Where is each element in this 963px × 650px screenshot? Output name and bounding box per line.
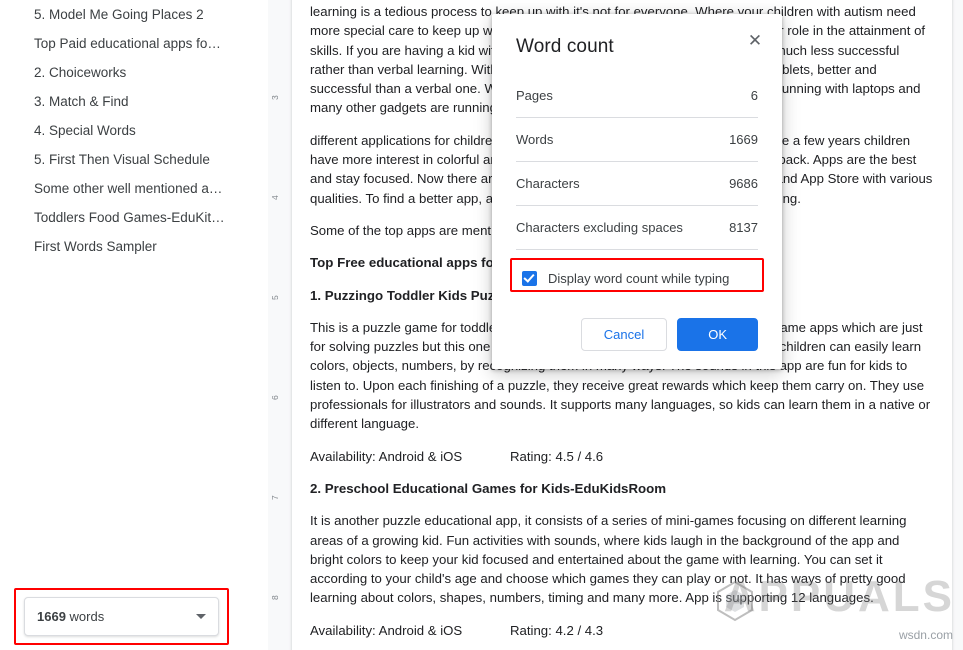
ok-button[interactable]: OK	[677, 318, 758, 351]
ruler-mark: 5	[270, 295, 280, 300]
stat-value: 6	[750, 88, 758, 103]
outline-item[interactable]: Some other well mentioned a…	[0, 174, 268, 203]
stat-value: 9686	[729, 176, 758, 191]
checkbox-label: Display word count while typing	[548, 271, 730, 286]
stat-label: Characters	[516, 176, 580, 191]
word-count-chip[interactable]: 1669 words	[24, 597, 219, 636]
document-heading: 2. Preschool Educational Games for Kids-…	[310, 480, 667, 496]
ruler-mark: 3	[270, 95, 280, 100]
rating-text: Rating: 4.2 / 4.3	[510, 622, 604, 638]
outline-item[interactable]: 3. Match & Find	[0, 87, 268, 116]
rating-text: Rating: 4.5 / 4.6	[510, 448, 604, 464]
chevron-down-icon[interactable]	[196, 614, 206, 619]
document-availability-line: Availability: Android & iOS Rating: 4.2 …	[310, 621, 934, 640]
vertical-ruler: 3 4 5 6 7 8	[268, 0, 282, 650]
outline-item[interactable]: First Words Sampler	[0, 232, 268, 261]
document-outline-pane: 5. Model Me Going Places 2 Top Paid educ…	[0, 0, 268, 650]
cancel-button[interactable]: Cancel	[580, 318, 668, 351]
checkbox-checked-icon[interactable]	[522, 271, 537, 286]
word-count-suffix: words	[65, 609, 105, 624]
outline-item[interactable]: 5. First Then Visual Schedule	[0, 145, 268, 174]
ruler-mark: 6	[270, 395, 280, 400]
word-count-value: 1669	[37, 609, 66, 624]
stat-label: Words	[516, 132, 554, 147]
dialog-title: Word count	[516, 36, 614, 57]
ruler-mark: 4	[270, 195, 280, 200]
word-count-dialog: ✕ Word count Pages 6 Words 1669 Characte…	[492, 14, 782, 369]
outline-item[interactable]: 2. Choiceworks	[0, 58, 268, 87]
close-icon[interactable]: ✕	[744, 30, 766, 52]
dialog-actions: Cancel OK	[516, 318, 758, 351]
stat-value: 8137	[729, 220, 758, 235]
display-word-count-checkbox-row[interactable]: Display word count while typing	[516, 265, 758, 292]
ruler-mark: 8	[270, 595, 280, 600]
outline-item[interactable]: 4. Special Words	[0, 116, 268, 145]
availability-text: Availability: Android & iOS	[310, 448, 463, 464]
document-availability-line: Availability: Android & iOS Rating: 4.5 …	[310, 447, 934, 466]
stat-row-words: Words 1669	[516, 118, 758, 162]
outline-item[interactable]: 5. Model Me Going Places 2	[0, 0, 268, 29]
stat-row-characters: Characters 9686	[516, 162, 758, 206]
stat-row-pages: Pages 6	[516, 74, 758, 118]
ruler-mark: 7	[270, 495, 280, 500]
outline-item[interactable]: Toddlers Food Games-EduKit…	[0, 203, 268, 232]
watermark-subtext: wsdn.com	[898, 628, 953, 642]
outline-item[interactable]: Top Paid educational apps fo…	[0, 29, 268, 58]
stat-value: 1669	[729, 132, 758, 147]
word-count-text: 1669 words	[37, 609, 188, 624]
availability-text: Availability: Android & iOS	[310, 622, 463, 638]
stat-label: Pages	[516, 88, 553, 103]
stat-row-characters-excluding-spaces: Characters excluding spaces 8137	[516, 206, 758, 250]
watermark-brand: APPUALS	[723, 572, 955, 621]
stat-label: Characters excluding spaces	[516, 220, 683, 235]
